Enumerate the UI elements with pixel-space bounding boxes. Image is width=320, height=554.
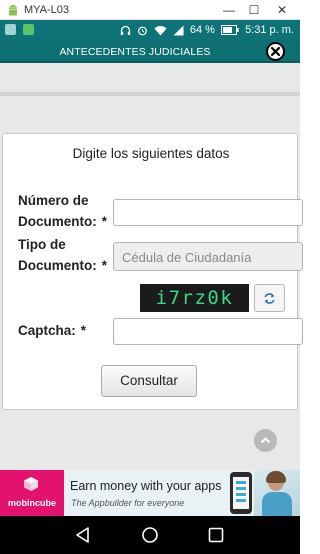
captcha-image: i7rz0k	[140, 284, 249, 312]
required-marker: *	[80, 323, 87, 338]
ad-banner[interactable]: mobincube Earn money with your apps The …	[0, 470, 300, 516]
mobincube-logo: mobincube	[0, 470, 64, 516]
required-marker: *	[101, 214, 108, 229]
notification-app-icon	[5, 24, 16, 35]
documento-numero-label: Número de Documento: *	[18, 193, 108, 229]
documento-numero-input[interactable]	[113, 199, 303, 226]
close-icon	[270, 46, 281, 57]
status-bar: 64 % 5:31 p. m.	[0, 20, 300, 40]
back-icon[interactable]	[74, 526, 92, 544]
battery-icon	[221, 25, 239, 35]
window-title: MYA-L03	[24, 4, 70, 16]
content-area: Digite los siguientes datos Número de Do…	[0, 63, 303, 470]
scroll-to-top-button[interactable]	[254, 429, 277, 452]
app-header: ANTECEDENTES JUDICIALES	[0, 40, 300, 63]
ad-subline: The Appbuilder for everyone	[71, 498, 185, 508]
tipo-documento-label: Tipo de Documento: *	[18, 237, 108, 273]
signal-icon	[173, 25, 184, 35]
ad-brand: mobincube	[7, 498, 56, 508]
window-close-button[interactable]: ✕	[271, 0, 293, 20]
maximize-button[interactable]: ☐	[243, 0, 265, 20]
person-photo	[254, 470, 300, 516]
divider	[0, 92, 300, 96]
wifi-icon	[154, 25, 167, 35]
notification-icons	[5, 24, 37, 36]
navigation-bar	[0, 516, 300, 554]
alarm-icon	[137, 26, 147, 35]
system-status: 64 % 5:31 p. m.	[117, 23, 294, 37]
form-heading: Digite los siguientes datos	[72, 146, 230, 161]
minimize-button[interactable]: —	[218, 0, 240, 20]
notification-green-icon	[23, 24, 35, 35]
refresh-icon	[264, 293, 275, 304]
captcha-label: Captcha: *	[18, 323, 87, 338]
recents-icon[interactable]	[207, 526, 225, 544]
form-card: Digite los siguientes datos Número de Do…	[2, 133, 303, 410]
tipo-documento-select[interactable]: Cédula de Ciudadanía	[113, 242, 303, 271]
page-title: ANTECEDENTES JUDICIALES	[59, 46, 211, 58]
clock: 5:31 p. m.	[245, 24, 294, 36]
android-icon	[9, 5, 17, 16]
battery-percentage: 64 %	[189, 24, 215, 36]
home-icon[interactable]	[141, 526, 159, 544]
phone-illustration	[230, 472, 252, 514]
consultar-button[interactable]: Consultar	[101, 365, 197, 397]
window-title-bar: MYA-L03 — ☐ ✕	[0, 0, 300, 20]
required-marker: *	[101, 258, 108, 273]
refresh-captcha-button[interactable]	[254, 284, 285, 312]
close-button[interactable]	[266, 42, 285, 61]
cube-icon	[24, 477, 38, 491]
captcha-input[interactable]	[113, 318, 303, 345]
chevron-up-icon	[260, 437, 271, 444]
headphones-icon	[120, 25, 130, 35]
ad-headline: Earn money with your apps	[70, 479, 222, 493]
